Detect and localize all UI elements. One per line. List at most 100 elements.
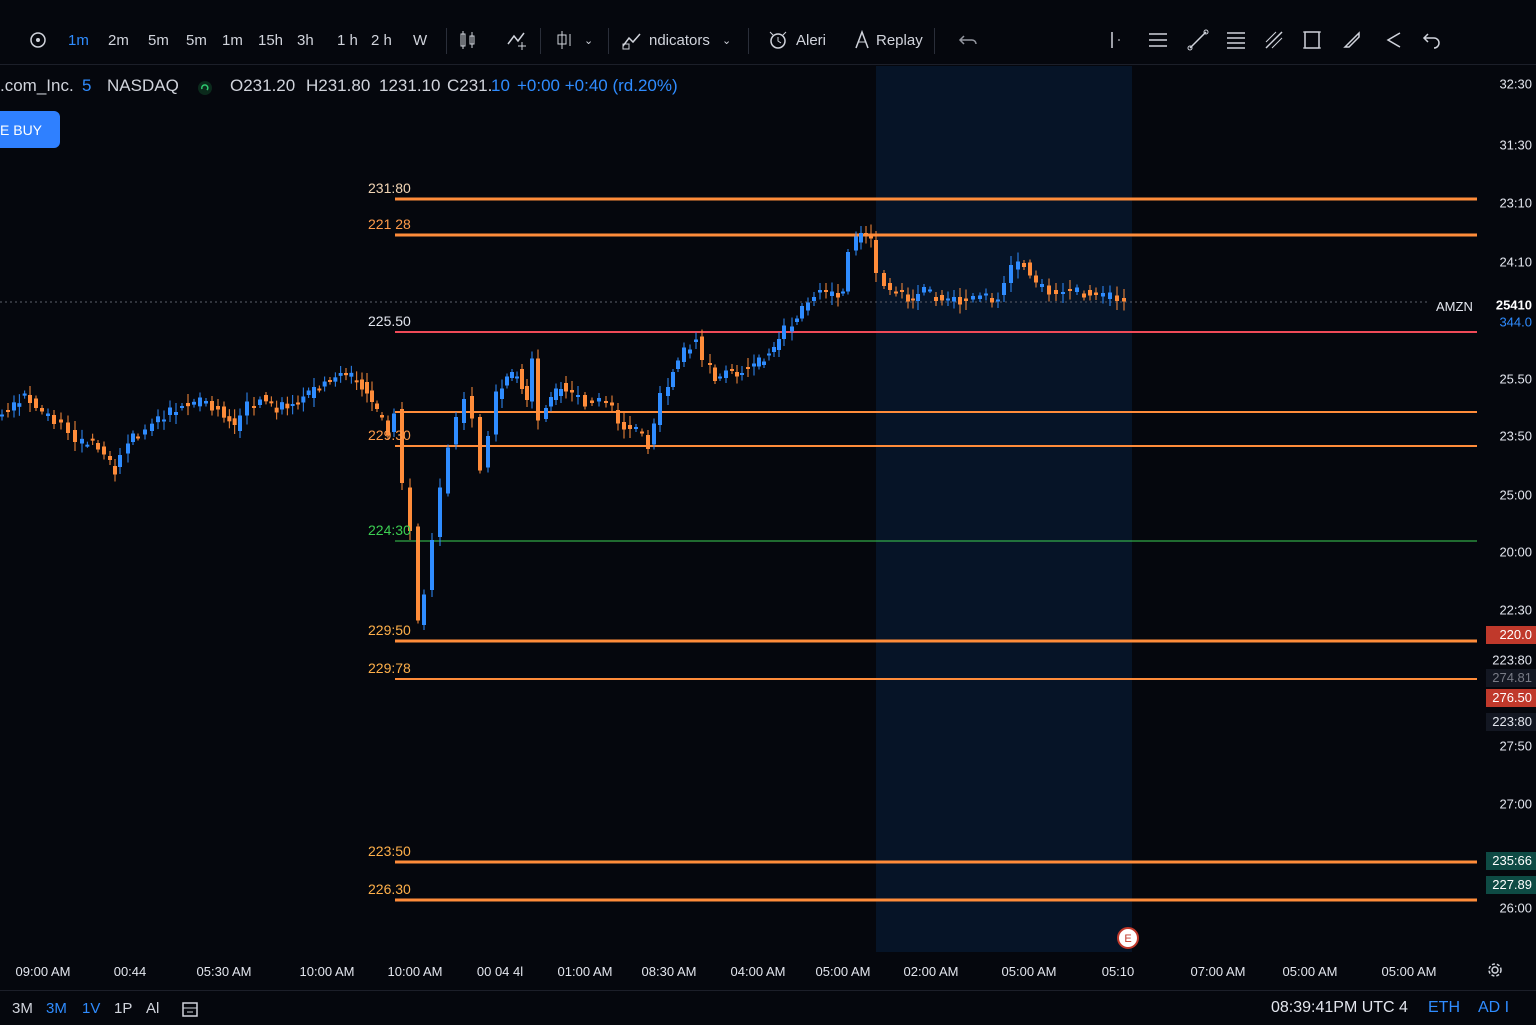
candle-body <box>1101 293 1105 297</box>
candle-body <box>576 395 580 397</box>
candle-body <box>118 455 122 467</box>
price-axis-tick: 20:00 <box>1499 544 1532 560</box>
price-level-label: 229.30 <box>368 427 411 443</box>
candle-body <box>143 429 147 435</box>
range-button[interactable]: 3M <box>12 1000 33 1017</box>
time-axis-tick: 05:00 AM <box>815 964 871 979</box>
price-axis-tick: 32:30 <box>1499 76 1532 92</box>
candle-body <box>735 372 739 377</box>
candle-body <box>724 370 728 378</box>
candle-body <box>349 372 354 377</box>
candle-body <box>634 427 638 429</box>
price-axis-tick: 26:00 <box>1499 900 1532 916</box>
candle-body <box>570 390 574 393</box>
price-level-label: 225.50 <box>368 313 411 329</box>
candle-body <box>682 347 686 362</box>
candle-body <box>52 415 56 424</box>
candle-body <box>454 417 458 445</box>
candle-body <box>102 446 106 455</box>
candle-body <box>446 447 450 494</box>
candle-body <box>174 412 178 415</box>
range-button[interactable]: 1P <box>114 1000 132 1017</box>
price-axis-tick: 23:10 <box>1499 195 1532 211</box>
price-axis-tick: 31:30 <box>1499 137 1532 153</box>
price-axis-tick: 27:50 <box>1499 738 1532 754</box>
candle-body <box>554 388 558 400</box>
candle-body <box>162 419 166 422</box>
candle-body <box>628 425 632 429</box>
candle-body <box>232 418 237 425</box>
candle-body <box>168 407 172 415</box>
svg-text:E: E <box>1124 933 1131 945</box>
price-level-label: 229:78 <box>368 660 411 676</box>
candle-body <box>888 283 892 290</box>
candle-body <box>333 377 338 382</box>
candle-body <box>1122 298 1126 302</box>
time-axis[interactable]: 09:00 AM 00:44 05:30 AM 10:00 AM 10:00 AM 00 … <box>0 958 1536 982</box>
candle-body <box>1034 275 1038 283</box>
candle-body <box>708 363 712 365</box>
candle-body <box>478 417 482 471</box>
price-axis-tick: 25:00 <box>1499 487 1532 503</box>
candle-body <box>824 290 828 292</box>
candle-body <box>136 436 140 439</box>
candle-body <box>227 416 232 422</box>
candle-body <box>34 398 38 408</box>
candle-body <box>610 402 614 406</box>
candle-body <box>604 401 608 403</box>
candle-body <box>900 290 904 292</box>
candle-body <box>952 297 956 302</box>
candle-body <box>354 380 359 383</box>
candle-body <box>1054 290 1058 294</box>
candle-body <box>1047 285 1051 295</box>
time-axis-tick: 05:10 <box>1101 964 1135 979</box>
date-range-icon[interactable] <box>180 999 200 1019</box>
candle-body <box>90 438 95 441</box>
candle-body <box>640 431 644 434</box>
candle-body <box>108 456 112 460</box>
candle-body <box>306 390 311 395</box>
candle-body <box>830 291 834 296</box>
price-axis-tick: 27:00 <box>1499 796 1532 812</box>
candle-body <box>746 367 750 369</box>
range-button[interactable]: 3M <box>46 1000 67 1017</box>
adjust-toggle[interactable]: AD I <box>1478 999 1509 1017</box>
candle-body <box>494 391 498 435</box>
candle-body <box>658 393 662 425</box>
price-axis-tick: 25.50 <box>1499 371 1532 387</box>
price-chart[interactable] <box>0 0 1536 1024</box>
candle-body <box>280 402 284 410</box>
settings-gear-icon[interactable] <box>1487 962 1503 978</box>
candle-body <box>370 390 374 402</box>
candle-body <box>996 299 1000 302</box>
candle-body <box>416 526 420 621</box>
candle-body <box>486 436 490 468</box>
price-axis-badge: 235:66 <box>1486 852 1536 870</box>
session-toggle[interactable]: ETH <box>1428 999 1460 1017</box>
time-axis-tick: 01:00 AM <box>557 964 613 979</box>
last-price-sub: 344.0 <box>1499 314 1532 330</box>
candle-body <box>934 297 938 301</box>
candle-body <box>312 387 316 398</box>
candle-body <box>536 358 540 421</box>
candle-body <box>0 414 4 417</box>
candle-body <box>274 407 279 413</box>
candle-body <box>740 373 744 375</box>
time-axis-tick: 02:00 AM <box>903 964 959 979</box>
candle-body <box>1088 290 1092 296</box>
range-button[interactable]: 1V <box>82 1000 100 1017</box>
price-axis-tick: 23:50 <box>1499 428 1532 444</box>
candle-body <box>1022 263 1026 267</box>
symbol-tag: AMZN <box>1436 299 1473 314</box>
clock-timezone[interactable]: 08:39:41PM UTC 4 <box>1271 999 1408 1017</box>
price-axis-tick: 223:80 <box>1492 652 1532 668</box>
range-button[interactable]: Al <box>146 1000 159 1017</box>
candle-body <box>28 395 32 403</box>
candle-body <box>6 410 10 412</box>
candle-body <box>946 298 950 301</box>
earnings-event-icon[interactable]: E <box>1116 926 1140 950</box>
candle-body <box>971 296 975 300</box>
candle-body <box>713 367 717 381</box>
candle-body <box>40 408 44 412</box>
price-axis[interactable]: 32:30 31:30 23:10 24:10 25.50 23:50 25:00 20:00… <box>1478 66 1536 952</box>
